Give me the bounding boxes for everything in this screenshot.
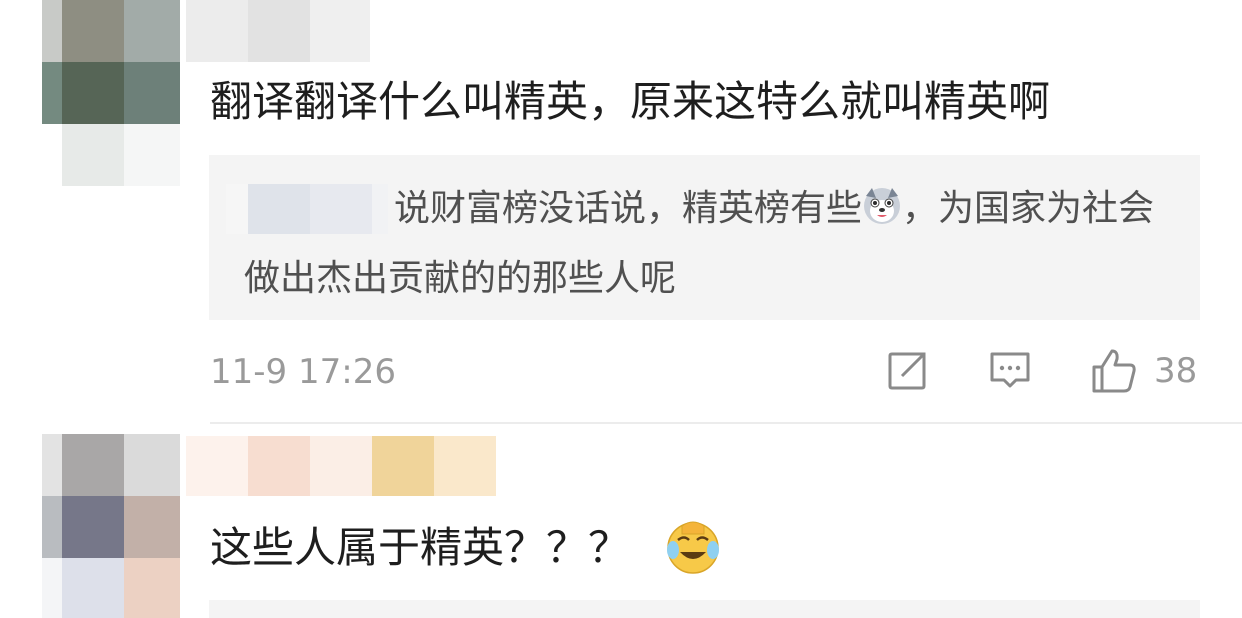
- comment-icon: [990, 352, 1030, 388]
- like-button[interactable]: 38: [1088, 345, 1197, 397]
- username[interactable]: [186, 0, 370, 62]
- comment-text: 这些人属于精英？？？: [210, 523, 631, 572]
- repost-icon: [888, 352, 926, 390]
- husky-dog-emoji: [862, 183, 902, 247]
- comment-text: 翻译翻译什么叫精英，原来这特么就叫精英啊: [210, 77, 1051, 126]
- quoted-text-part1: 说财富榜没话说，精英榜有些: [394, 188, 863, 229]
- like-count: 38: [1154, 351, 1198, 391]
- laughing-tears-emoji: [664, 520, 722, 580]
- quoted-reply[interactable]: [209, 600, 1200, 618]
- repost-button[interactable]: [884, 345, 930, 397]
- quoted-reply-text: 说财富榜没话说，精英榜有些 ，为国家为社会做出杰出贡献的的那些人呢: [244, 177, 1174, 311]
- comment-timestamp: 11-9 17:26: [210, 352, 396, 392]
- avatar[interactable]: [42, 0, 180, 186]
- divider: [210, 422, 1242, 424]
- thumbs-up-icon: [1092, 349, 1136, 393]
- username[interactable]: [186, 436, 496, 496]
- reply-button[interactable]: [986, 345, 1034, 397]
- avatar[interactable]: [42, 434, 180, 618]
